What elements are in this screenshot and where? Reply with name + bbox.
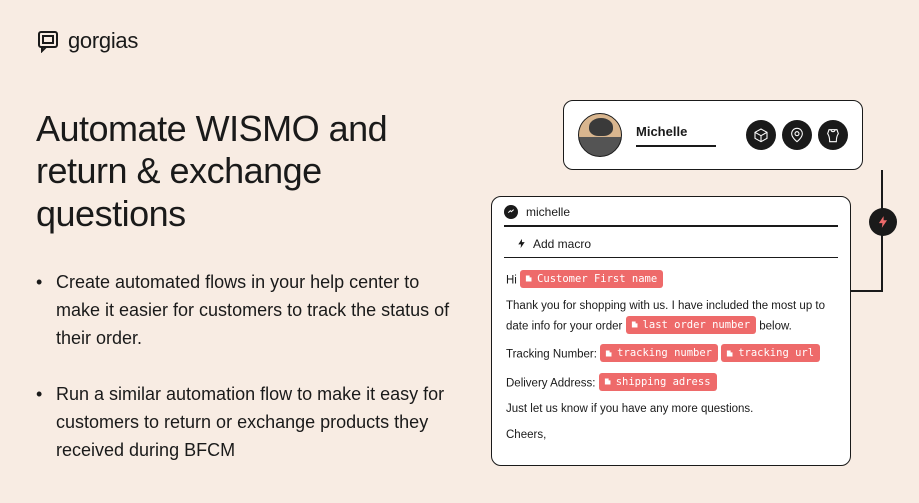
bullet-item: Create automated flows in your help cent… [36, 269, 466, 353]
channel-label: michelle [526, 205, 570, 219]
macro-card: michelle Add macro Hi Customer First nam… [491, 196, 851, 466]
variable-tag-last-order[interactable]: last order number [626, 316, 756, 334]
macro-body: Hi Customer First name Thank you for sho… [492, 258, 850, 465]
profile-name: Michelle [636, 124, 732, 139]
body-text: below. [759, 320, 792, 332]
signoff-text: Cheers, [506, 427, 836, 445]
variable-tag-tracking-number[interactable]: tracking number [600, 344, 718, 362]
add-macro-button[interactable]: Add macro [504, 231, 838, 258]
avatar [578, 113, 622, 157]
headline: Automate WISMO and return & exchange que… [36, 108, 466, 235]
messenger-icon [504, 205, 518, 219]
illustration-group: Michelle michelle Add [491, 100, 891, 466]
variable-tag-tracking-url[interactable]: tracking url [721, 344, 820, 362]
variable-tag-first-name[interactable]: Customer First name [520, 270, 663, 288]
delivery-label: Delivery Address: [506, 377, 595, 389]
bullet-item: Run a similar automation flow to make it… [36, 381, 466, 465]
tracking-label: Tracking Number: [506, 349, 597, 361]
bolt-icon [516, 238, 527, 249]
location-icon [782, 120, 812, 150]
gorgias-logo-icon [36, 29, 60, 53]
closing-text: Just let us know if you have any more qu… [506, 401, 836, 419]
divider [504, 225, 838, 227]
macro-channel-row: michelle [492, 197, 850, 225]
greeting-text: Hi [506, 274, 517, 286]
automation-bolt-icon [869, 208, 897, 236]
package-icon [746, 120, 776, 150]
add-macro-label: Add macro [533, 237, 591, 251]
bullet-list: Create automated flows in your help cent… [36, 269, 466, 464]
brand-logo: gorgias [36, 28, 138, 54]
connector-line [851, 290, 883, 292]
product-icon [818, 120, 848, 150]
variable-tag-shipping[interactable]: shipping adress [599, 373, 717, 391]
profile-card: Michelle [563, 100, 863, 170]
brand-name: gorgias [68, 28, 138, 54]
profile-underline [636, 145, 716, 147]
